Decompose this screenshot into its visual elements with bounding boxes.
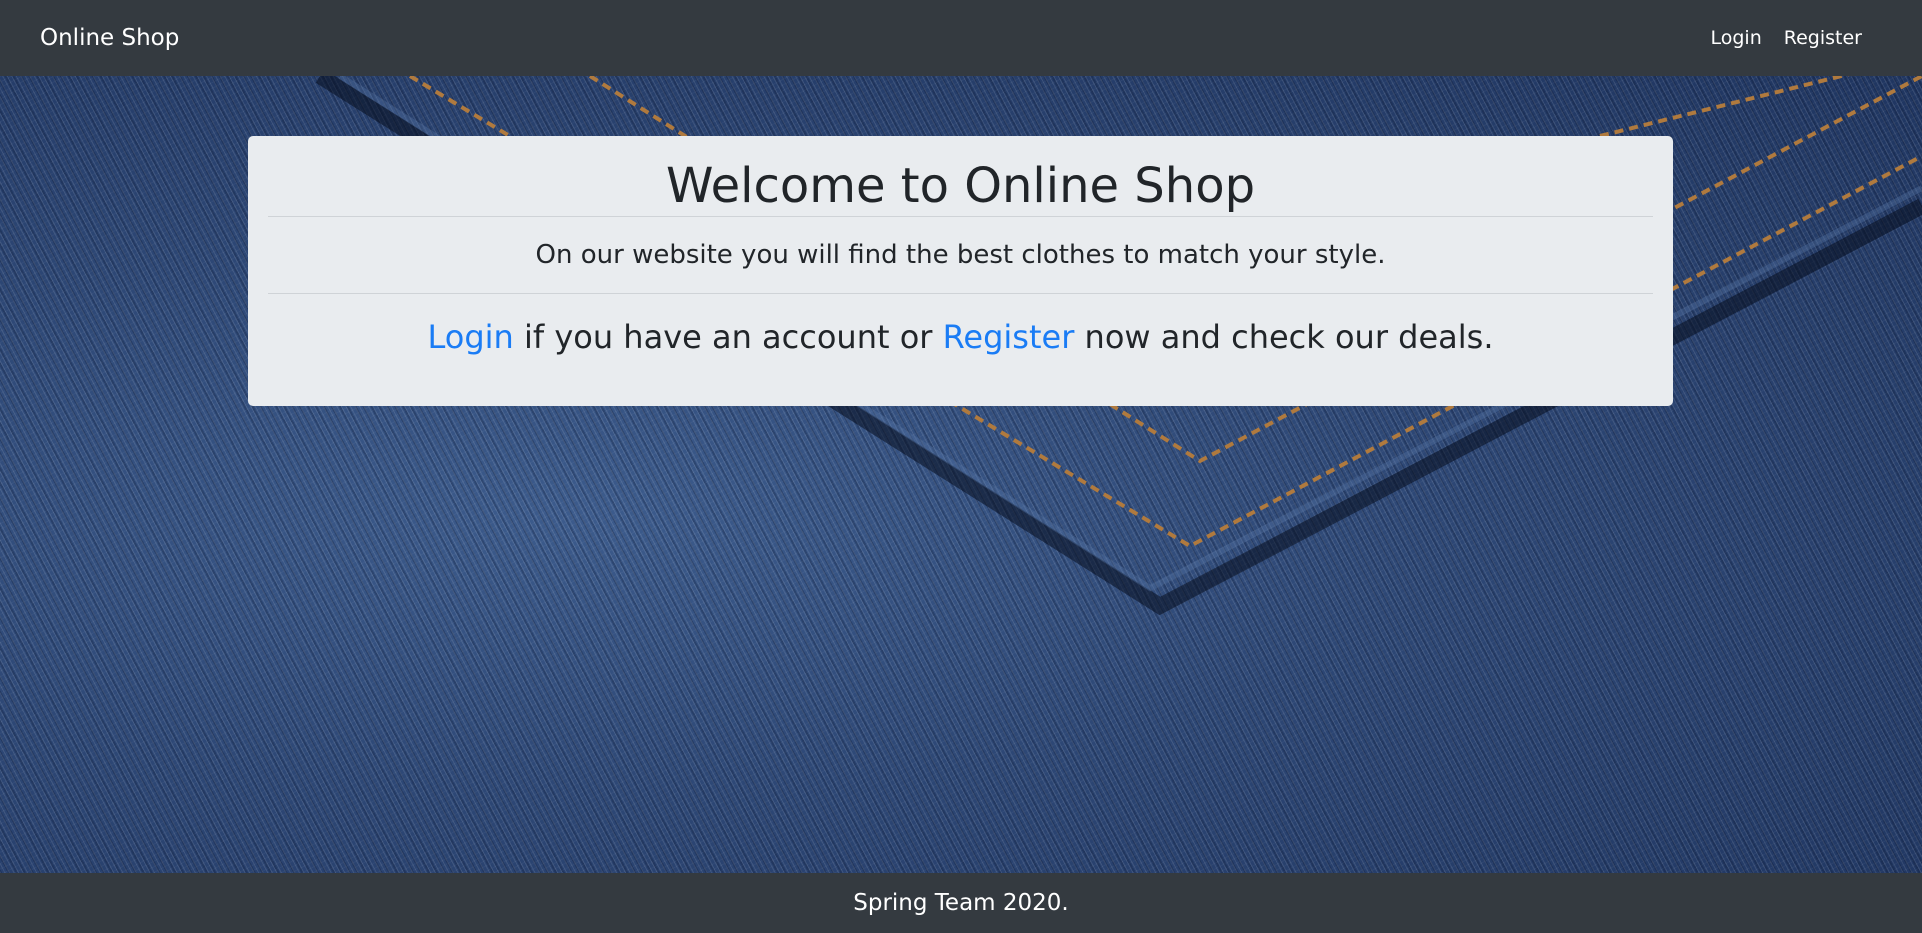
welcome-jumbotron: Welcome to Online Shop On our website yo… [248, 136, 1673, 406]
cta-text-middle: if you have an account or [513, 318, 943, 356]
footer-text: Spring Team 2020. [853, 890, 1069, 916]
brand-link[interactable]: Online Shop [40, 25, 179, 51]
cta-register-link[interactable]: Register [943, 318, 1075, 356]
welcome-title: Welcome to Online Shop [665, 158, 1256, 214]
cta-login-link[interactable]: Login [428, 318, 514, 356]
navbar: Online Shop Login Register [0, 0, 1922, 76]
nav-register-link[interactable]: Register [1784, 21, 1862, 55]
page: Online Shop Login Register Welcome to On… [0, 0, 1922, 933]
tagline: On our website you will find the best cl… [535, 240, 1386, 270]
denim-background-image: Welcome to Online Shop On our website yo… [0, 76, 1922, 873]
call-to-action: Login if you have an account or Register… [268, 294, 1653, 380]
nav-links: Login Register [1711, 21, 1883, 55]
cta-text-end: now and check our deals. [1074, 318, 1494, 356]
footer: Spring Team 2020. [0, 873, 1922, 933]
nav-login-link[interactable]: Login [1711, 21, 1762, 55]
